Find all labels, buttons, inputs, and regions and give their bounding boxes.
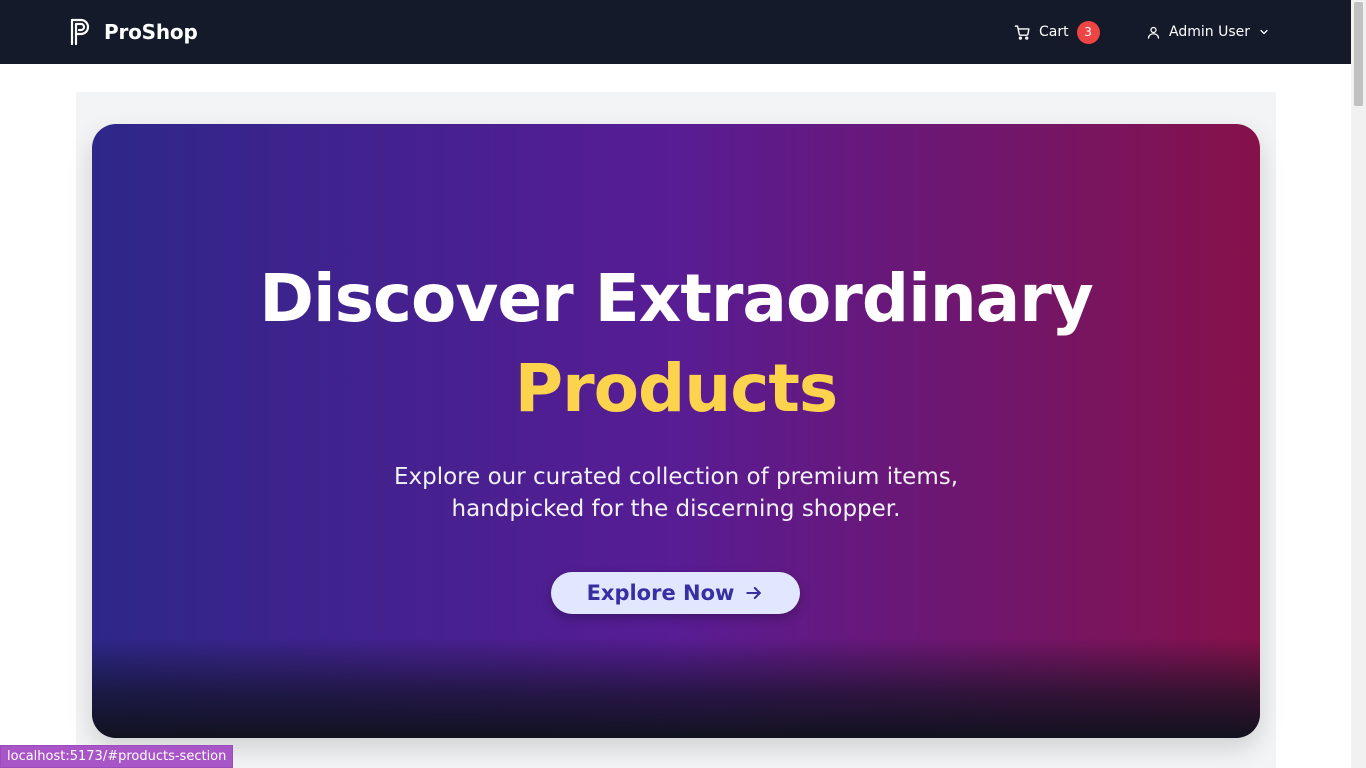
hero-subtitle: Explore our curated collection of premiu… (393, 464, 959, 522)
brand-name: ProShop (104, 20, 198, 44)
main-container: Discover Extraordinary Products Explore … (76, 92, 1276, 768)
chevron-down-icon (1260, 29, 1268, 35)
explore-now-button[interactable]: Explore Now (551, 572, 800, 614)
hero-banner: Discover Extraordinary Products Explore … (92, 124, 1260, 738)
hero-title-highlight: Products (514, 350, 838, 427)
explore-now-label: Explore Now (586, 581, 735, 605)
cart-link[interactable]: Cart 3 (1014, 20, 1100, 44)
hero-bottom-fade (92, 638, 1260, 738)
user-name-label: Admin User (1169, 24, 1250, 40)
cart-count-badge: 3 (1076, 20, 1100, 44)
scrollbar-thumb[interactable] (1354, 2, 1363, 106)
user-menu-toggle[interactable]: Admin User (1146, 20, 1270, 44)
page-scrollbar[interactable] (1351, 0, 1366, 768)
arrow-right-icon (746, 586, 762, 600)
link-preview-status: localhost:5173/#products-section (0, 745, 234, 768)
user-icon (1147, 26, 1160, 39)
top-navbar: ProShop Cart 3 Admin User (0, 0, 1351, 64)
hero-title-line1: Discover Extraordinary (259, 260, 1094, 337)
brand-logo-icon (70, 18, 90, 46)
brand-link[interactable]: ProShop (70, 18, 198, 46)
cart-label: Cart (1039, 24, 1069, 40)
hero-title: Discover Extraordinary Products (92, 254, 1260, 434)
cart-icon (1014, 24, 1030, 40)
